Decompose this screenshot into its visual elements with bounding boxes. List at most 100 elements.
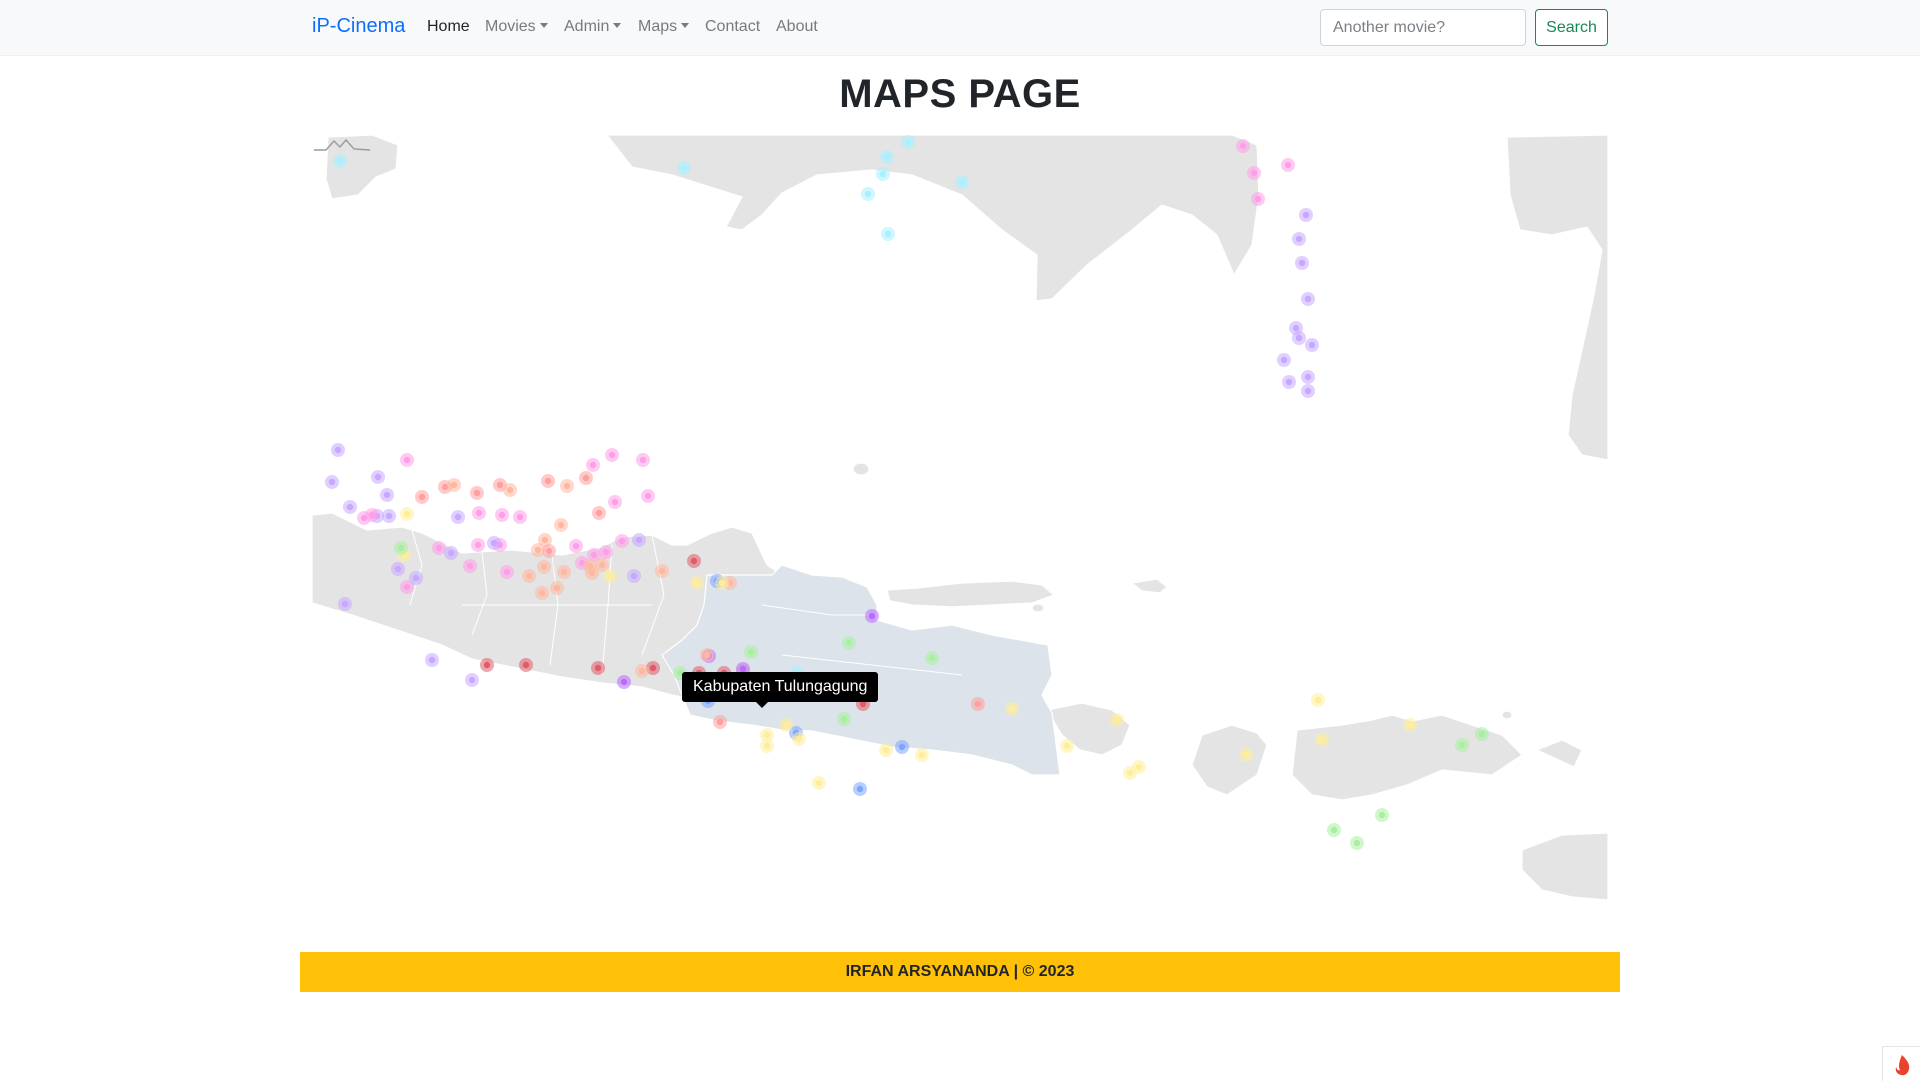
- map-marker-dot: [1406, 721, 1414, 729]
- map-marker-dot: [572, 542, 580, 550]
- map-marker-dot: [594, 664, 602, 672]
- map-marker-dot: [918, 751, 926, 759]
- map-marker-dot: [560, 568, 568, 576]
- nav-about-label: About: [776, 18, 818, 35]
- map-marker-dot: [540, 563, 548, 571]
- map-marker-dot: [1302, 211, 1310, 219]
- caret-down-icon: [613, 23, 622, 28]
- map-marker-dot: [1458, 741, 1466, 749]
- nav-maps-label: Maps: [638, 18, 678, 35]
- map-marker-dot: [782, 721, 790, 729]
- map-marker-dot: [450, 481, 458, 489]
- map-marker-dot: [868, 612, 876, 620]
- map-marker-dot: [1280, 356, 1288, 364]
- nav-maps-dropdown[interactable]: Maps: [638, 18, 690, 36]
- map-marker-dot: [718, 579, 726, 587]
- map-marker-dot: [394, 565, 402, 573]
- map-marker-dot: [403, 510, 411, 518]
- map-marker-dot: [586, 562, 594, 570]
- map-marker-dot: [403, 456, 411, 464]
- map-marker-dot: [1298, 259, 1306, 267]
- map-marker-dot: [1126, 769, 1134, 777]
- map-marker-dot: [1378, 811, 1386, 819]
- map-marker-dot: [716, 718, 724, 726]
- map-marker-dot: [582, 474, 590, 482]
- map-marker-dot: [598, 561, 606, 569]
- map-marker-dot: [563, 482, 571, 490]
- map-marker-dot: [468, 676, 476, 684]
- map-marker-dot: [638, 667, 646, 675]
- map-marker-dot: [590, 551, 598, 559]
- map-marker-dot: [747, 648, 755, 656]
- nav-movies-dropdown[interactable]: Movies: [485, 18, 548, 36]
- amcharts-logo-icon[interactable]: [312, 135, 372, 155]
- nav-home[interactable]: Home: [427, 18, 470, 36]
- map-marker-dot: [328, 478, 336, 486]
- map-marker-dot: [1135, 763, 1143, 771]
- map-marker-dot: [341, 600, 349, 608]
- map-marker-dot: [557, 521, 565, 529]
- footer-text: IRFAN ARSYANANDA | © 2023: [845, 963, 1075, 980]
- map-marker-dot: [496, 481, 504, 489]
- map-marker-dot: [534, 546, 542, 554]
- map-marker-dot: [882, 746, 890, 754]
- map-marker-dot: [503, 568, 511, 576]
- map-marker-dot: [506, 486, 514, 494]
- map-marker-dot: [545, 547, 553, 555]
- flame-icon: [1895, 1055, 1910, 1076]
- map-marker-dot: [1242, 751, 1250, 759]
- map-marker-dot: [958, 178, 966, 186]
- map-marker-dot: [928, 654, 936, 662]
- map-marker-dot: [418, 493, 426, 501]
- search-button[interactable]: Search: [1535, 9, 1608, 46]
- map-marker-dot: [815, 779, 823, 787]
- map-marker-dot: [1318, 736, 1326, 744]
- map-marker-dot: [763, 742, 771, 750]
- map-marker-dot: [525, 572, 533, 580]
- debug-toolbar-toggle[interactable]: [1882, 1046, 1920, 1081]
- map-marker-dot: [385, 512, 393, 520]
- caret-down-icon: [539, 23, 548, 28]
- nav-about[interactable]: About: [776, 18, 818, 36]
- map-marker-dot: [490, 539, 498, 547]
- map-marker-dot: [630, 572, 638, 580]
- map-container[interactable]: Kabupaten Tulungagung: [312, 135, 1608, 935]
- map-marker-dot: [618, 537, 626, 545]
- map-marker-dot: [658, 567, 666, 575]
- map-marker-dot: [703, 651, 711, 659]
- map-marker-dot: [840, 715, 848, 723]
- navbar: iP-Cinema Home Movies Admin Maps Contact…: [0, 0, 1920, 56]
- nav-admin-dropdown[interactable]: Admin: [564, 18, 622, 36]
- brand-link[interactable]: iP-Cinema: [312, 15, 405, 38]
- map-marker-dot: [1008, 705, 1016, 713]
- map-marker-dot: [795, 735, 803, 743]
- caret-down-icon: [681, 23, 690, 28]
- map-marker-dot: [346, 503, 354, 511]
- nav-contact[interactable]: Contact: [705, 18, 760, 36]
- map-marker-dot: [690, 557, 698, 565]
- map-marker-dot: [884, 230, 892, 238]
- map-marker-dot: [374, 473, 382, 481]
- map-marker-dot: [1330, 826, 1338, 834]
- map-marker-dot: [611, 498, 619, 506]
- map-marker-dot: [483, 661, 491, 669]
- map-marker-dot: [879, 170, 887, 178]
- nav-contact-label: Contact: [705, 18, 761, 35]
- map-marker-dot: [544, 477, 552, 485]
- search-input[interactable]: [1320, 9, 1526, 46]
- map-marker-dot: [334, 446, 342, 454]
- map-marker-dot: [368, 511, 376, 519]
- map-marker-dot: [1314, 696, 1322, 704]
- map-marker-dot: [516, 513, 524, 521]
- map-marker-dot: [336, 157, 344, 165]
- map-marker-dot: [473, 489, 481, 497]
- indonesia-map[interactable]: [312, 135, 1608, 935]
- map-marker-dot: [1295, 235, 1303, 243]
- footer: IRFAN ARSYANANDA | © 2023: [300, 952, 1620, 992]
- map-marker-dot: [883, 153, 891, 161]
- map-marker-dot: [1304, 373, 1312, 381]
- map-marker-dot: [904, 138, 912, 146]
- map-marker-dot: [397, 544, 405, 552]
- map-marker-dot: [498, 511, 506, 519]
- map-marker-dot: [1295, 334, 1303, 342]
